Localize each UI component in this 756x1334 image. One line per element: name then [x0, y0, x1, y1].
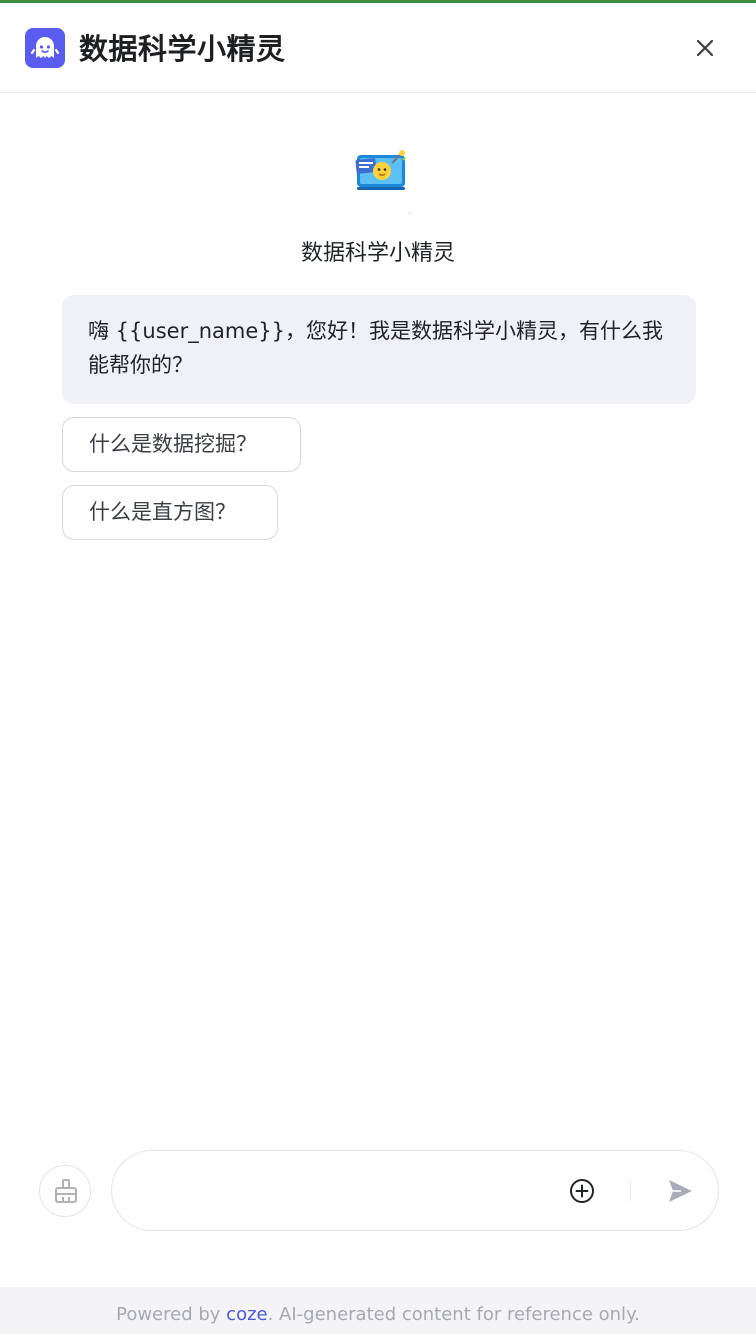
input-divider: [630, 1181, 631, 1201]
add-attachment-button[interactable]: [568, 1177, 596, 1205]
suggestion-chip-histogram[interactable]: 什么是直方图？: [62, 485, 278, 540]
page-title: 数据科学小精灵: [79, 32, 286, 66]
chat-window: 数据科学小精灵 数据科学小精灵 嗨 {{user_name}}，您好！我是数据科…: [0, 0, 756, 1334]
send-icon: [669, 1180, 692, 1202]
broom-icon: [55, 1179, 77, 1203]
close-button[interactable]: [687, 30, 723, 66]
bot-name: 数据科学小精灵: [300, 241, 455, 266]
footer-prefix: Powered by: [116, 1304, 227, 1325]
greeting-message: 嗨 {{user_name}}，您好！我是数据科学小精灵，有什么我能帮你的？: [62, 295, 696, 404]
suggestion-chip-data-mining[interactable]: 什么是数据挖掘？: [62, 417, 301, 472]
footer: Powered by coze. AI-generated content fo…: [0, 1287, 756, 1334]
close-icon: [696, 39, 714, 57]
data-science-bot-avatar: [348, 143, 417, 215]
send-button[interactable]: [665, 1176, 695, 1206]
clear-context-button[interactable]: [39, 1165, 91, 1217]
plus-circle-icon: [570, 1179, 594, 1203]
chat-header: 数据科学小精灵: [0, 3, 756, 93]
message-input-box: [111, 1150, 719, 1231]
coze-bot-icon: [25, 28, 65, 68]
message-input[interactable]: [142, 1171, 566, 1213]
coze-link[interactable]: coze: [226, 1304, 267, 1325]
footer-suffix: . AI-generated content for reference onl…: [267, 1304, 640, 1325]
